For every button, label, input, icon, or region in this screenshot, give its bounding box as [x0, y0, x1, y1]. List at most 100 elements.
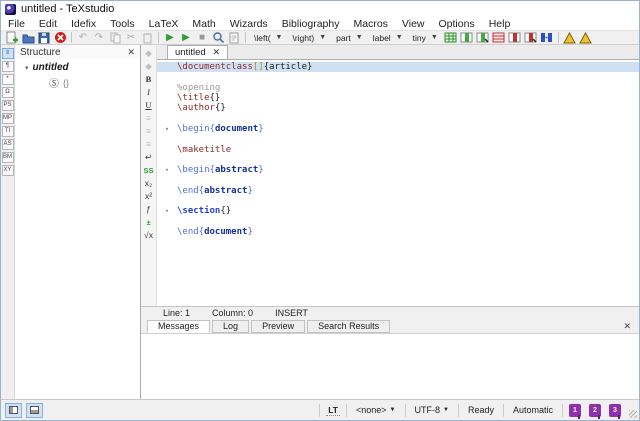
sidebar-tab-symbols-as[interactable]: AS [2, 139, 14, 150]
remove-table-column-icon[interactable] [507, 31, 523, 45]
close-document-icon[interactable] [52, 31, 68, 45]
sidebar-tab-symbols-ti[interactable]: TI [2, 126, 14, 137]
subscript-icon[interactable]: x₂ [142, 177, 156, 189]
fraction-icon[interactable]: ƒ [142, 203, 156, 215]
sqrt-icon[interactable]: √x [142, 229, 156, 241]
close-messages-icon[interactable]: ✕ [623, 321, 631, 332]
fontsize-dropdown[interactable]: tiny▼ [408, 31, 443, 44]
code-line[interactable]: \author{} [157, 103, 639, 113]
open-file-icon[interactable] [20, 31, 36, 45]
code-line[interactable] [157, 155, 639, 165]
close-icon[interactable]: ✕ [127, 47, 135, 58]
menu-tools[interactable]: Tools [103, 18, 142, 30]
view-icon[interactable] [210, 31, 226, 45]
tree-expand-icon[interactable]: ▾ [25, 64, 29, 72]
view-pdf-icon[interactable] [226, 31, 242, 45]
align-center-icon[interactable]: ≡ [142, 125, 156, 137]
superscript-icon[interactable]: x² [142, 190, 156, 202]
tab-untitled[interactable]: untitled ✕ [167, 45, 228, 59]
languagetool-indicator[interactable]: LT [326, 405, 340, 416]
right-bracket-dropdown[interactable]: \right)▼ [287, 31, 331, 44]
fold-marker-icon[interactable]: ▾ [157, 125, 177, 133]
label-dropdown[interactable]: label▼ [368, 31, 408, 44]
code-line[interactable]: ▾\section{} [157, 206, 639, 216]
dictionary-dropdown[interactable]: <none>▼ [353, 405, 399, 415]
paste-table-column-icon[interactable] [475, 31, 491, 45]
bold-icon[interactable]: B [142, 73, 156, 85]
toggle-sidebar-button[interactable] [5, 403, 22, 418]
redo-icon[interactable]: ↷ [91, 31, 107, 45]
code-line[interactable]: \end{abstract} [157, 186, 639, 196]
new-document-icon[interactable] [4, 31, 20, 45]
code-line[interactable] [157, 216, 639, 226]
stop-icon[interactable]: ■ [194, 31, 210, 45]
underline-icon[interactable]: U [142, 99, 156, 111]
remove-table-row-icon[interactable] [491, 31, 507, 45]
build-and-view-icon[interactable]: ▶ [162, 31, 178, 45]
add-table-row-icon[interactable] [443, 31, 459, 45]
sectioning-dropdown[interactable]: part▼ [331, 31, 368, 44]
code-line[interactable] [157, 134, 639, 144]
bookmark-2-button[interactable]: 2 [589, 404, 601, 417]
menu-file[interactable]: File [1, 18, 32, 30]
code-line[interactable]: \documentclass[]{article} [157, 62, 639, 72]
resize-grip[interactable] [629, 410, 637, 418]
code-line[interactable] [157, 113, 639, 123]
code-line[interactable] [157, 196, 639, 206]
marker-next-icon[interactable]: ◆ [142, 60, 156, 72]
italic-icon[interactable]: I [142, 86, 156, 98]
fold-marker-icon[interactable]: ▾ [157, 207, 177, 215]
bottom-tab-messages[interactable]: Messages [147, 320, 210, 333]
next-warning-icon[interactable] [562, 31, 578, 45]
sidebar-tab-symbols-ps[interactable]: PS [2, 100, 14, 111]
compile-icon[interactable]: ▶ [178, 31, 194, 45]
swap-table-columns-icon[interactable] [539, 31, 555, 45]
bookmark-3-button[interactable]: 3 [609, 404, 621, 417]
encoding-dropdown[interactable]: UTF-8▼ [412, 405, 452, 415]
code-line[interactable]: ▾\begin{document} [157, 124, 639, 134]
bottom-tab-log[interactable]: Log [212, 320, 249, 333]
fold-marker-icon[interactable]: ▾ [157, 166, 177, 174]
menu-math[interactable]: Math [185, 18, 222, 30]
undo-icon[interactable]: ↶ [75, 31, 91, 45]
code-line[interactable]: \maketitle [157, 144, 639, 154]
code-line[interactable]: \title{} [157, 93, 639, 103]
align-left-icon[interactable]: ≡ [142, 112, 156, 124]
sidebar-tab-structure[interactable]: ≡ [2, 48, 14, 59]
sidebar-tab-symbols-most-used[interactable]: * [2, 74, 14, 85]
menu-macros[interactable]: Macros [346, 18, 394, 30]
compile-mode-indicator[interactable]: Automatic [510, 405, 556, 415]
tree-item-root[interactable]: ▾ untitled [15, 62, 140, 73]
menu-view[interactable]: View [395, 18, 432, 30]
cut-icon[interactable]: ✂ [123, 31, 139, 45]
menu-edit[interactable]: Edit [32, 18, 64, 30]
code-line[interactable] [157, 175, 639, 185]
menu-bibliography[interactable]: Bibliography [275, 18, 347, 30]
code-editor[interactable]: \documentclass[]{article} %opening\title{… [157, 60, 639, 306]
tree-item-section[interactable]: Ⓢ {} [15, 75, 140, 90]
copy-icon[interactable] [107, 31, 123, 45]
linebreak-icon[interactable]: ↵ [142, 151, 156, 163]
bookmark-1-button[interactable]: 1 [569, 404, 581, 417]
menu-options[interactable]: Options [432, 18, 482, 30]
add-table-column-icon[interactable] [459, 31, 475, 45]
left-bracket-dropdown[interactable]: \left(▼ [249, 31, 287, 44]
code-line[interactable] [157, 72, 639, 82]
sidebar-tab-symbols-mp[interactable]: MP [2, 113, 14, 124]
marker-prev-icon[interactable]: ◆ [142, 47, 156, 59]
prev-warning-icon[interactable] [578, 31, 594, 45]
code-line[interactable]: \end{document} [157, 227, 639, 237]
align-right-icon[interactable]: ≡ [142, 138, 156, 150]
save-icon[interactable] [36, 31, 52, 45]
tab-close-icon[interactable]: ✕ [213, 47, 221, 58]
bottom-tab-preview[interactable]: Preview [251, 320, 305, 333]
sidebar-tab-symbols-greek[interactable]: Ω [2, 87, 14, 98]
plusminus-icon[interactable]: ± [142, 216, 156, 228]
sidebar-tab-bookmarks[interactable]: ¶ [2, 61, 14, 72]
code-line[interactable]: %opening [157, 83, 639, 93]
paste-icon[interactable] [139, 31, 155, 45]
sidebar-tab-symbols-bm[interactable]: BM [2, 152, 14, 163]
bottom-tab-search-results[interactable]: Search Results [307, 320, 390, 333]
cut-table-column-icon[interactable] [523, 31, 539, 45]
smallcaps-icon[interactable]: SS [142, 164, 156, 176]
